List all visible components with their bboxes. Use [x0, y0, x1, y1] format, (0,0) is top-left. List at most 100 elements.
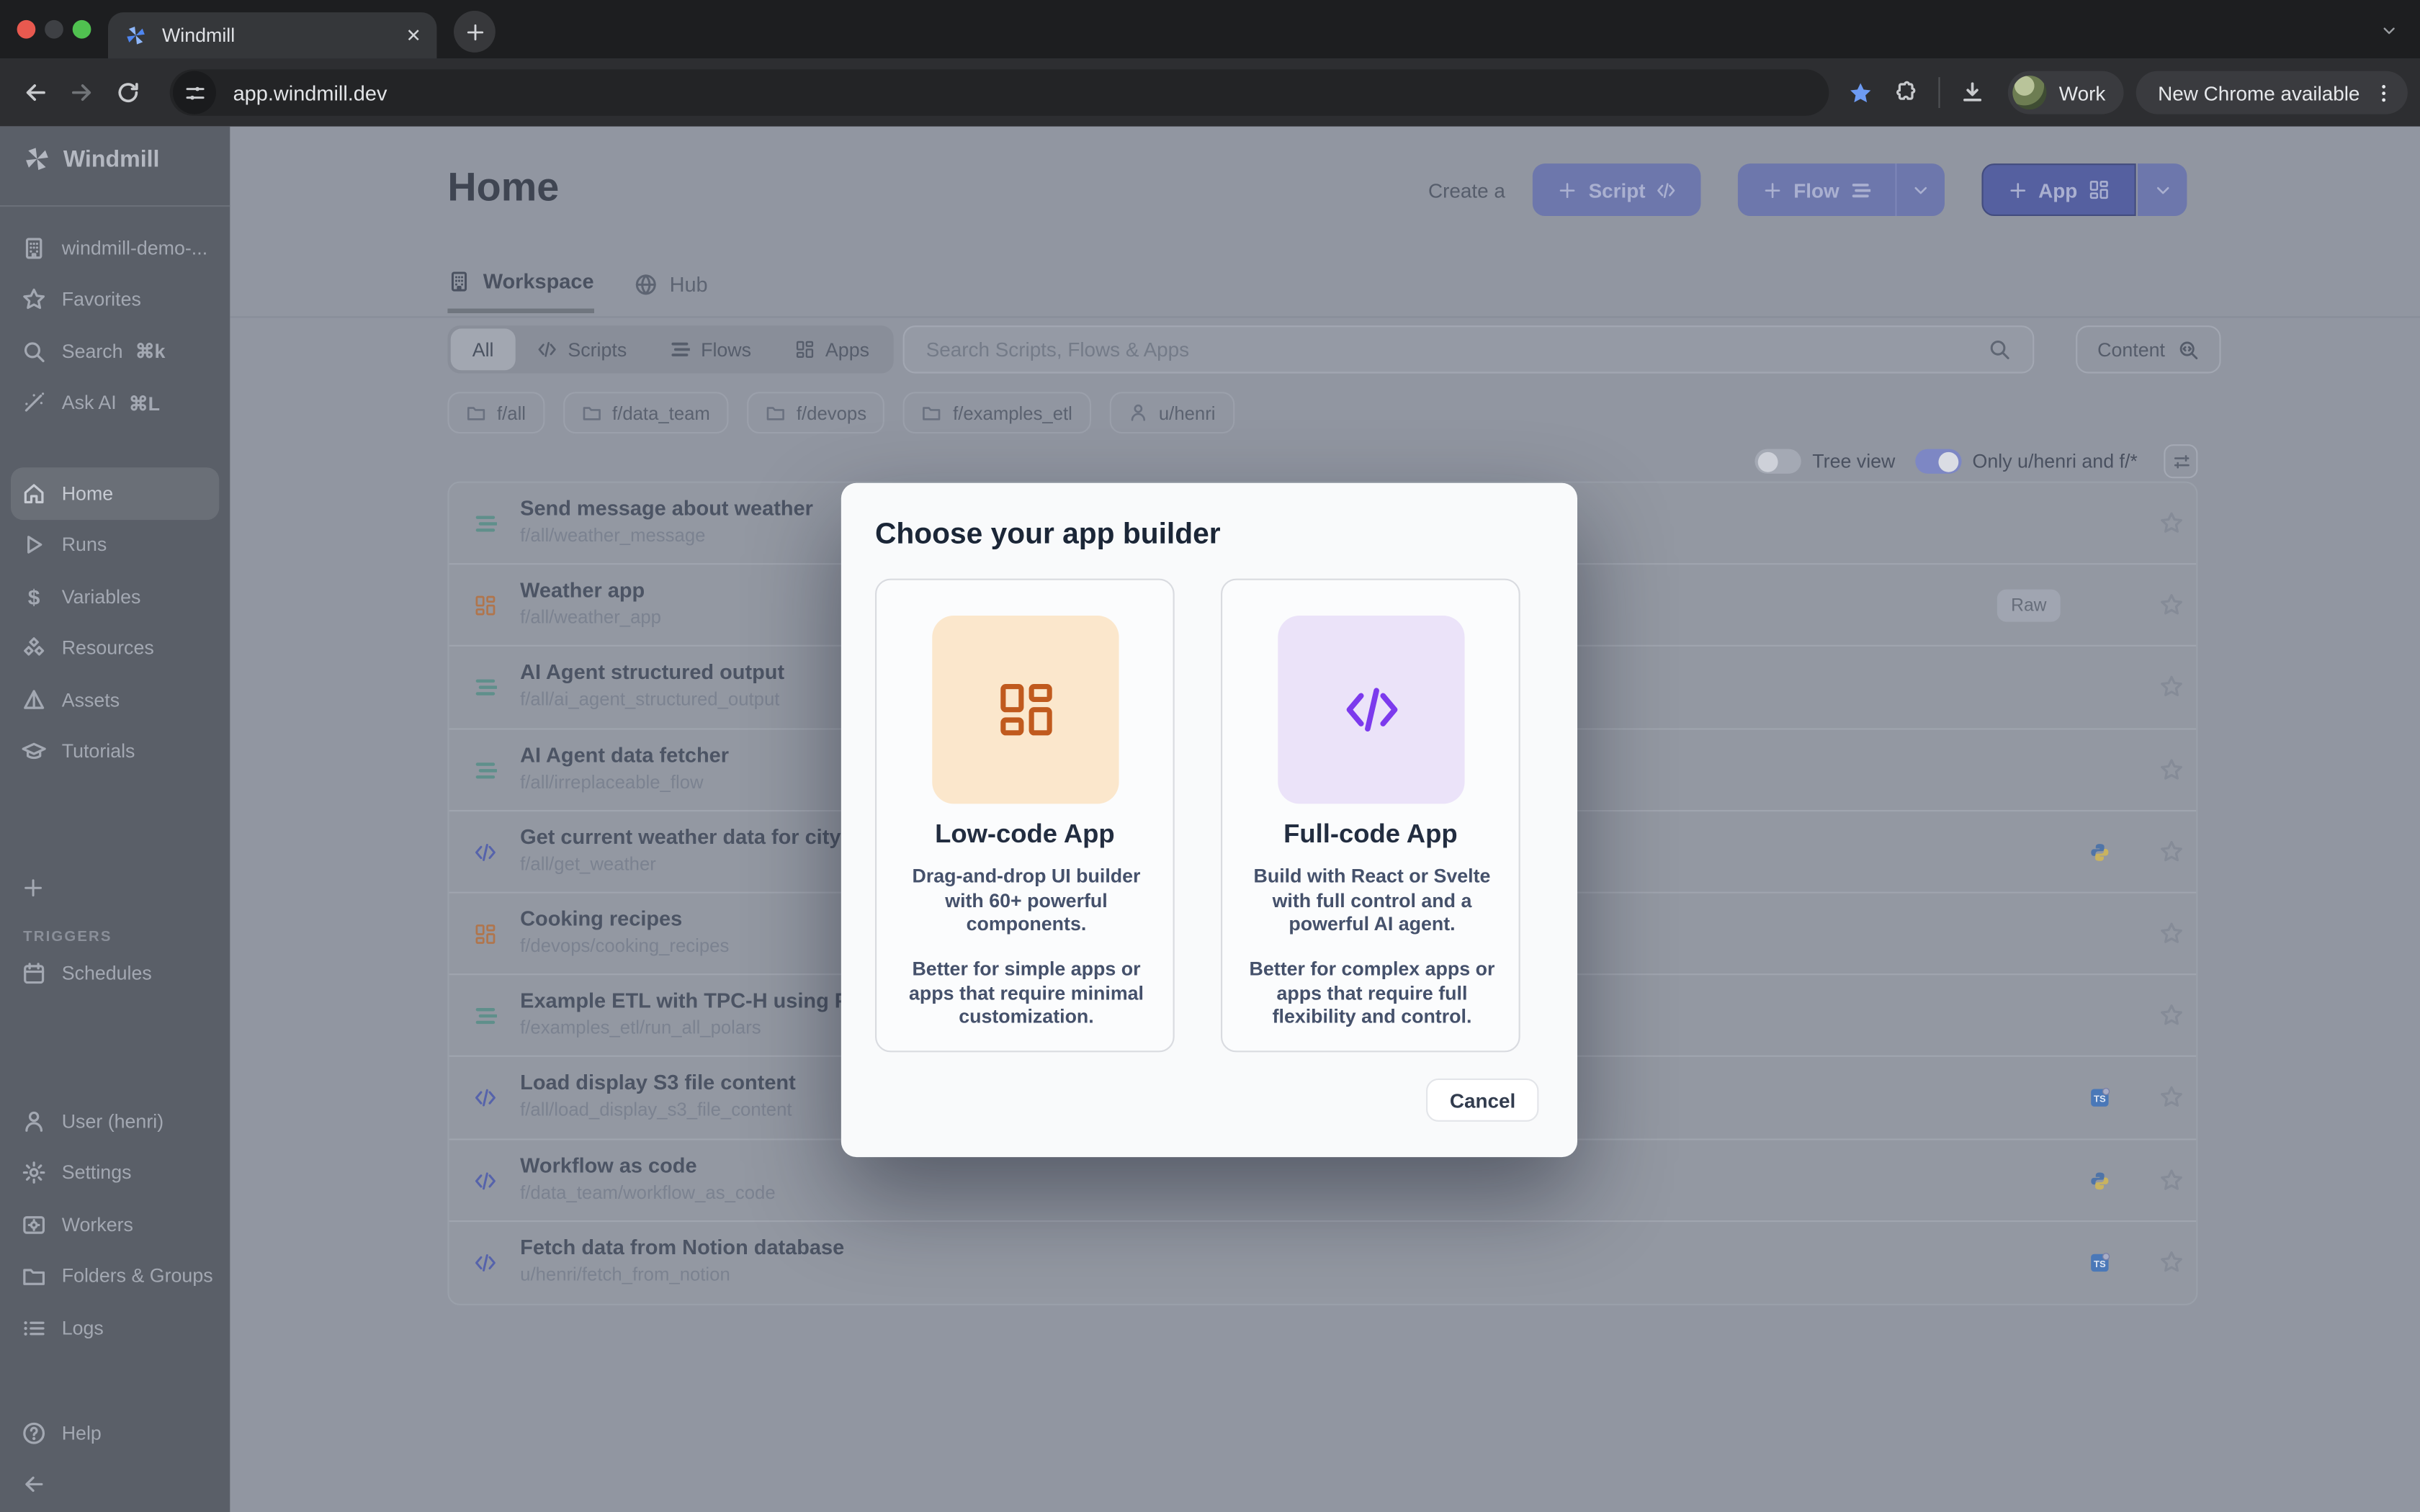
search-input[interactable]: Search Scripts, Flows & Apps	[903, 325, 2035, 373]
window-zoom-button[interactable]	[73, 20, 91, 39]
folder-chip-f-data-team[interactable]: f/data_team	[563, 392, 728, 433]
favorite-star-icon[interactable]	[2159, 1249, 2184, 1274]
tab-search-icon[interactable]	[2380, 22, 2398, 40]
item-title: AI Agent data fetcher	[520, 743, 729, 766]
brand-name: Windmill	[63, 146, 160, 172]
favorite-star-icon[interactable]	[2159, 675, 2184, 699]
forward-button[interactable]	[58, 69, 104, 115]
refresh-button[interactable]	[105, 69, 151, 115]
sidebar-item-variables[interactable]: $Variables	[0, 571, 230, 623]
favorite-star-icon[interactable]	[2159, 757, 2184, 781]
filter-segment-apps[interactable]: Apps	[773, 328, 891, 370]
search-icon	[1988, 338, 2011, 361]
item-path: f/data_team/workflow_as_code	[520, 1181, 776, 1202]
sidebar-item-folders-groups[interactable]: Folders & Groups	[0, 1251, 230, 1302]
sidebar-item-user-henri[interactable]: User (henri)	[0, 1095, 230, 1147]
display-settings-button[interactable]	[2164, 444, 2197, 478]
profile-label: Work	[2059, 81, 2106, 104]
create-app-button[interactable]: App	[1981, 163, 2136, 216]
sidebar-divider	[0, 205, 230, 207]
profile-chip[interactable]: Work	[2008, 71, 2124, 114]
folder-icon	[766, 402, 786, 423]
logs-icon	[22, 1315, 46, 1340]
sidebar-item-label: Favorites	[62, 289, 141, 310]
favorite-star-icon[interactable]	[2159, 921, 2184, 945]
filter-segment-flows[interactable]: Flows	[648, 328, 773, 370]
new-tab-button[interactable]	[454, 11, 496, 53]
sidebar: Windmill windmill-demo-... Favorites Searc…	[0, 127, 230, 1512]
create-flow-button[interactable]: Flow	[1738, 163, 1895, 216]
sidebar-item-home[interactable]: Home	[11, 467, 219, 519]
filter-segment-all[interactable]: All	[451, 328, 516, 370]
svg-text:TS: TS	[2094, 1094, 2106, 1104]
back-button[interactable]	[12, 69, 58, 115]
sidebar-item-schedules[interactable]: Schedules	[0, 948, 230, 999]
content-search-button[interactable]: Content	[2076, 325, 2220, 373]
filter-segment-scripts[interactable]: Scripts	[516, 328, 649, 370]
full-code-app-card[interactable]: Full-code App Build with React or Svelte…	[1221, 579, 1520, 1053]
sidebar-add-trigger-button[interactable]	[22, 876, 45, 899]
browser-tab-strip: Windmill ✕	[0, 0, 2420, 58]
sidebar-item-ask-ai[interactable]: Ask AI⌘L	[0, 377, 230, 429]
folder-chip-f-all[interactable]: f/all	[447, 392, 544, 433]
tab-close-icon[interactable]: ✕	[405, 26, 421, 45]
collapse-sidebar-icon[interactable]	[22, 1472, 46, 1496]
favorite-star-icon[interactable]	[2159, 839, 2184, 863]
sidebar-item-settings[interactable]: Settings	[0, 1147, 230, 1199]
site-settings-icon[interactable]	[173, 71, 216, 114]
chevron-down-icon	[1910, 180, 1930, 200]
browser-menu-icon[interactable]	[2372, 81, 2396, 104]
full-code-title: Full-code App	[1222, 819, 1518, 850]
sidebar-item-workers[interactable]: Workers	[0, 1199, 230, 1251]
folder-chip-f-examples-etl[interactable]: f/examples_etl	[904, 392, 1091, 433]
sidebar-item-search[interactable]: Search⌘k	[0, 325, 230, 377]
flow-type-icon	[474, 758, 497, 781]
cubes-icon	[22, 636, 46, 660]
sidebar-item-assets[interactable]: Assets	[0, 674, 230, 726]
folder-chip-u-henri[interactable]: u/henri	[1109, 392, 1234, 433]
address-bar[interactable]: app.windmill.dev	[170, 69, 1829, 115]
favorite-star-icon[interactable]	[2159, 510, 2184, 535]
window-minimize-button[interactable]	[45, 20, 63, 39]
sidebar-item-logs[interactable]: Logs	[0, 1302, 230, 1354]
favorite-star-icon[interactable]	[2159, 1167, 2184, 1192]
extensions-icon[interactable]	[1883, 80, 1930, 104]
sidebar-item-label: Runs	[62, 534, 107, 556]
bookmark-star-icon[interactable]	[1837, 79, 1883, 105]
sidebar-item-resources[interactable]: Resources	[0, 623, 230, 675]
tab-title: Windmill	[162, 24, 405, 46]
browser-tab[interactable]: Windmill ✕	[108, 12, 436, 58]
owner-filter-toggle[interactable]	[1915, 449, 1961, 474]
tree-view-toggle[interactable]	[1755, 449, 1801, 474]
sidebar-item-windmill-demo[interactable]: windmill-demo-...	[0, 222, 230, 274]
list-item[interactable]: Fetch data from Notion databaseu/henri/f…	[449, 1221, 2197, 1303]
tab-hub[interactable]: Hub	[634, 270, 707, 313]
window-close-button[interactable]	[17, 20, 36, 39]
flow-dropdown-button[interactable]	[1895, 163, 1945, 216]
create-script-button[interactable]: Script	[1533, 163, 1700, 216]
cancel-button[interactable]: Cancel	[1427, 1079, 1539, 1122]
tab-workspace[interactable]: Workspace	[447, 270, 593, 313]
chrome-update-button[interactable]: New Chrome available	[2136, 71, 2408, 114]
sidebar-item-favorites[interactable]: Favorites	[0, 274, 230, 325]
favorite-star-icon[interactable]	[2159, 1003, 2184, 1027]
item-title: Cooking recipes	[520, 907, 682, 930]
windmill-brand[interactable]: Windmill	[22, 143, 159, 174]
item-title: Load display S3 file content	[520, 1071, 796, 1094]
favorite-star-icon[interactable]	[2159, 593, 2184, 617]
item-title: Get current weather data for city	[520, 825, 841, 848]
raw-badge: Raw	[1997, 590, 2061, 622]
sidebar-item-runs[interactable]: Runs	[0, 519, 230, 571]
downloads-icon[interactable]	[1950, 80, 1996, 104]
search-placeholder: Search Scripts, Flows & Apps	[926, 338, 1988, 361]
typescript-icon: TS	[2089, 1252, 2110, 1272]
sidebar-item-tutorials[interactable]: Tutorials	[0, 726, 230, 778]
script-type-icon	[474, 1251, 497, 1274]
typescript-icon: TS	[2089, 1088, 2110, 1108]
app-dropdown-button[interactable]	[2138, 163, 2187, 216]
sidebar-item-help[interactable]: Help	[0, 1407, 230, 1459]
low-code-title: Low-code App	[877, 819, 1173, 850]
folder-chip-f-devops[interactable]: f/devops	[747, 392, 885, 433]
low-code-app-card[interactable]: Low-code App Drag-and-drop UI builder wi…	[875, 579, 1175, 1053]
favorite-star-icon[interactable]	[2159, 1085, 2184, 1110]
